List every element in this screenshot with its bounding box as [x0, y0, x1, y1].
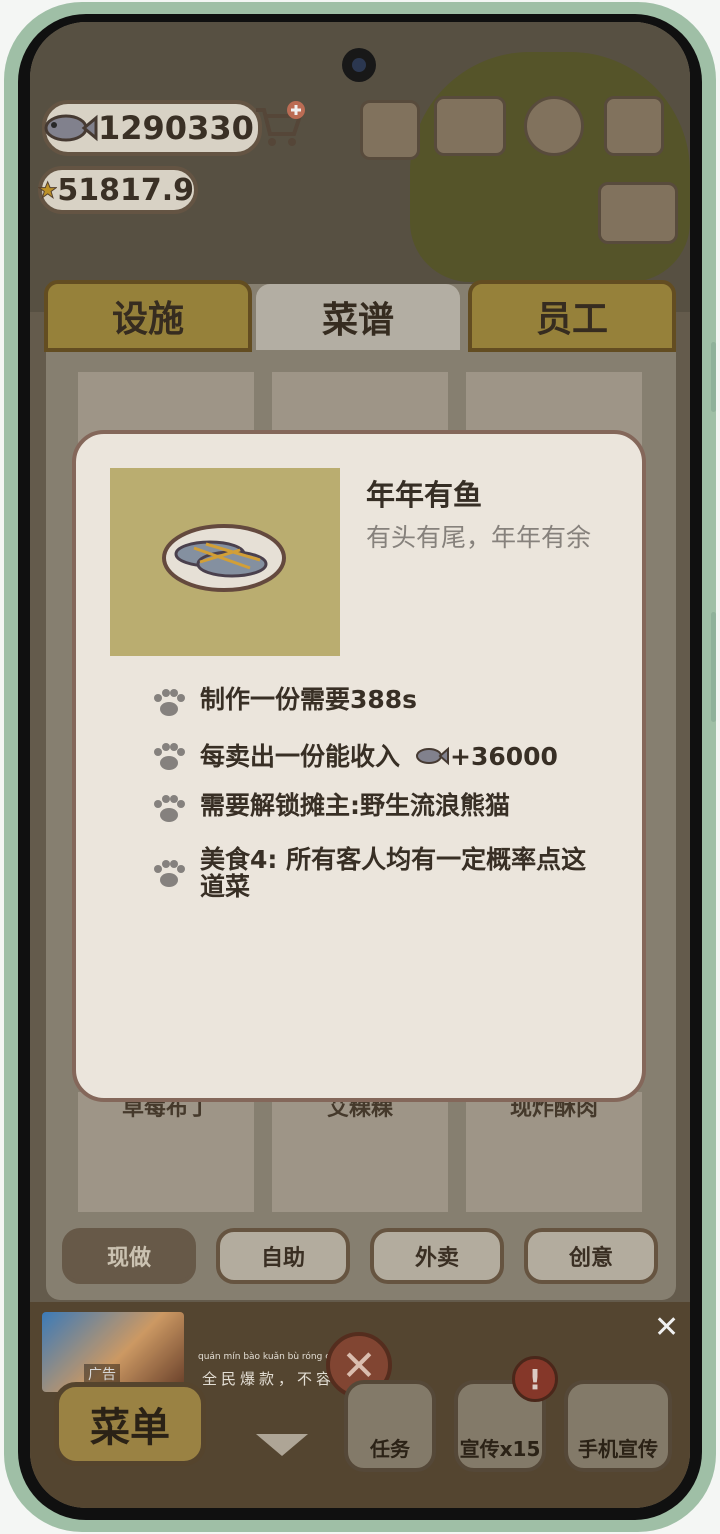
book-icon[interactable] [434, 96, 506, 156]
sort-toggle-icon[interactable] [598, 182, 678, 244]
star-currency: 51817.9 [38, 166, 198, 214]
front-camera [342, 48, 376, 82]
recipe-cell-strawberry-pudding[interactable]: 草莓布丁 [78, 1092, 254, 1212]
fish-count: 1290330 [98, 109, 254, 147]
shop-cart-icon[interactable] [252, 100, 306, 150]
power-button [711, 612, 716, 722]
info-row-income: 每卖出一份能收入 +36000 [150, 740, 600, 772]
dish-image [110, 468, 340, 656]
tab-recipes[interactable]: 菜谱 [256, 284, 460, 350]
ad-tag: 广告 [84, 1364, 120, 1384]
dish-title: 年年有鱼 [366, 478, 483, 512]
menu-button[interactable]: 菜单 [54, 1382, 206, 1466]
paw-icon [154, 743, 185, 770]
game-screen: 1290330 51817.9 设施 菜谱 员工 草莓布丁 艾粿粿 现炸酥肉 现… [30, 22, 690, 1508]
tab-label: 员工 [535, 299, 608, 340]
alert-icon: ! [512, 1356, 558, 1402]
star-count: 51817.9 [57, 172, 194, 208]
volume-button [711, 342, 716, 412]
paw-icon [154, 795, 185, 822]
star-icon [38, 180, 58, 199]
info-text: 每卖出一份能收入 [200, 741, 401, 771]
info-row-time: 制作一份需要388s [150, 686, 600, 718]
info-row-unlock: 需要解锁摊主:野生流浪熊猫 [150, 792, 600, 824]
promote-label: 宣传x15 [459, 1437, 541, 1461]
recipe-cell-aiguo[interactable]: 艾粿粿 [272, 1092, 448, 1212]
tab-label: 设施 [111, 299, 184, 340]
map-icon[interactable] [604, 96, 664, 156]
recipe-detail-dialog[interactable]: 年年有鱼 有头有尾，年年有余 制作一份需要388s 每卖出一份能收入 +3600… [72, 430, 646, 1102]
phone-promote-label: 手机宣传 [578, 1437, 658, 1461]
task-label: 任务 [370, 1437, 410, 1461]
phone-promote-button[interactable]: 手机宣传 [564, 1380, 672, 1472]
news-icon[interactable] [360, 100, 420, 160]
dish-subtitle: 有头有尾，年年有余 [366, 523, 592, 552]
info-row-effect: 美食4: 所有客人均有一定概率点这道菜 [150, 846, 600, 900]
tab-label: 菜谱 [321, 300, 394, 341]
tab-staff[interactable]: 员工 [468, 280, 676, 352]
filter-takeout[interactable]: 外卖 [370, 1228, 504, 1284]
menu-label: 菜单 [90, 1405, 170, 1451]
info-income: 每卖出一份能收入 +36000 [200, 740, 600, 772]
info-text: 制作一份需要388s [200, 685, 418, 714]
paw-icon [154, 689, 185, 716]
filter-label: 自助 [260, 1246, 305, 1271]
filter-label: 创意 [568, 1246, 613, 1271]
income-value: +36000 [450, 741, 558, 771]
tree-decoration [410, 52, 690, 282]
fish-icon [416, 746, 450, 766]
filter-label: 现做 [106, 1246, 151, 1271]
fish-currency: 1290330 [42, 100, 262, 156]
gear-icon[interactable] [524, 96, 584, 156]
task-button[interactable]: 任务 [344, 1380, 436, 1472]
info-text: 美食4: 所有客人均有一定概率点这道菜 [200, 845, 587, 901]
filter-made-to-order[interactable]: 现做 [62, 1228, 196, 1284]
filter-buffet[interactable]: 自助 [216, 1228, 350, 1284]
recipe-cell-fried-pork[interactable]: 现炸酥肉 [466, 1092, 642, 1212]
fish-icon [44, 114, 98, 142]
tab-facilities[interactable]: 设施 [44, 280, 252, 352]
filter-creative[interactable]: 创意 [524, 1228, 658, 1284]
chevron-down-icon[interactable] [256, 1434, 308, 1456]
info-text: 需要解锁摊主:野生流浪熊猫 [200, 791, 510, 820]
paw-icon [154, 860, 185, 887]
filter-label: 外卖 [414, 1246, 459, 1271]
fish-dish-icon [162, 524, 286, 592]
ad-close-icon[interactable]: ✕ [654, 1310, 679, 1345]
